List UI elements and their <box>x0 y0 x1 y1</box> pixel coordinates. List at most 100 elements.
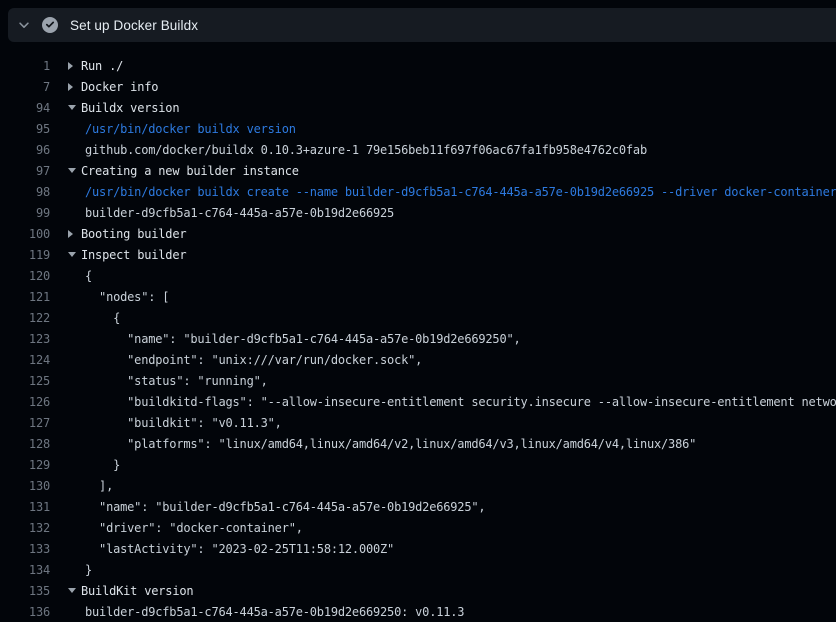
line-number[interactable]: 1 <box>0 59 50 73</box>
output-text: { <box>68 311 120 325</box>
line-number[interactable]: 124 <box>0 353 50 367</box>
command-text: /usr/bin/docker buildx version <box>68 122 296 136</box>
line-number[interactable]: 96 <box>0 143 50 157</box>
output-text: "status": "running", <box>68 374 268 388</box>
line-number[interactable]: 121 <box>0 290 50 304</box>
line-content: "buildkit": "v0.11.3", <box>68 416 836 430</box>
line-content: { <box>68 311 836 325</box>
log-line: 126 "buildkitd-flags": "--allow-insecure… <box>0 391 836 412</box>
log-group-header[interactable]: 135 BuildKit version <box>0 580 836 601</box>
log-line: 134} <box>0 559 836 580</box>
group-label: Inspect builder <box>81 248 186 262</box>
group-collapsed-icon[interactable] <box>68 83 81 91</box>
line-content: builder-d9cfb5a1-c764-445a-a57e-0b19d2e6… <box>68 605 836 619</box>
group-collapsed-icon[interactable] <box>68 230 81 238</box>
group-expanded-icon[interactable] <box>68 105 81 110</box>
check-circle-icon <box>42 17 58 33</box>
step-header[interactable]: Set up Docker Buildx <box>8 8 836 42</box>
line-number[interactable]: 94 <box>0 101 50 115</box>
line-number[interactable]: 97 <box>0 164 50 178</box>
output-text: github.com/docker/buildx 0.10.3+azure-1 … <box>68 143 647 157</box>
line-content: "driver": "docker-container", <box>68 521 836 535</box>
line-content: Buildx version <box>68 101 836 115</box>
log-line: 132 "driver": "docker-container", <box>0 517 836 538</box>
line-number[interactable]: 99 <box>0 206 50 220</box>
output-text: builder-d9cfb5a1-c764-445a-a57e-0b19d2e6… <box>68 206 394 220</box>
group-expanded-icon[interactable] <box>68 588 81 593</box>
line-content: "platforms": "linux/amd64,linux/amd64/v2… <box>68 437 836 451</box>
line-content: builder-d9cfb5a1-c764-445a-a57e-0b19d2e6… <box>68 206 836 220</box>
log-line: 123 "name": "builder-d9cfb5a1-c764-445a-… <box>0 328 836 349</box>
line-content: "lastActivity": "2023-02-25T11:58:12.000… <box>68 542 836 556</box>
line-content: } <box>68 458 836 472</box>
log-group-header[interactable]: 97 Creating a new builder instance <box>0 160 836 181</box>
log-line: 127 "buildkit": "v0.11.3", <box>0 412 836 433</box>
output-text: "name": "builder-d9cfb5a1-c764-445a-a57e… <box>68 332 521 346</box>
log-line: 131 "name": "builder-d9cfb5a1-c764-445a-… <box>0 496 836 517</box>
log-line: 129 } <box>0 454 836 475</box>
log-line: 99 builder-d9cfb5a1-c764-445a-a57e-0b19d2… <box>0 202 836 223</box>
chevron-down-icon[interactable] <box>8 8 40 42</box>
line-number[interactable]: 134 <box>0 563 50 577</box>
line-number[interactable]: 125 <box>0 374 50 388</box>
output-text: { <box>68 269 92 283</box>
output-text: "driver": "docker-container", <box>68 521 303 535</box>
group-label: Docker info <box>81 80 158 94</box>
output-text: "buildkit": "v0.11.3", <box>68 416 282 430</box>
line-number[interactable]: 119 <box>0 248 50 262</box>
line-number[interactable]: 126 <box>0 395 50 409</box>
output-text: ], <box>68 479 113 493</box>
line-content: "status": "running", <box>68 374 836 388</box>
line-content: Inspect builder <box>68 248 836 262</box>
output-text: "buildkitd-flags": "--allow-insecure-ent… <box>68 395 836 409</box>
group-expanded-icon[interactable] <box>68 168 81 173</box>
group-label: Run ./ <box>81 59 123 73</box>
line-number[interactable]: 135 <box>0 584 50 598</box>
log-group-header[interactable]: 119 Inspect builder <box>0 244 836 265</box>
line-number[interactable]: 123 <box>0 332 50 346</box>
line-number[interactable]: 7 <box>0 80 50 94</box>
line-number[interactable]: 95 <box>0 122 50 136</box>
line-number[interactable]: 98 <box>0 185 50 199</box>
output-text: } <box>68 458 120 472</box>
line-content: } <box>68 563 836 577</box>
group-expanded-icon[interactable] <box>68 252 81 257</box>
log-group-header[interactable]: 1 Run ./ <box>0 55 836 76</box>
group-label: Booting builder <box>81 227 186 241</box>
log-line: 98/usr/bin/docker buildx create --name b… <box>0 181 836 202</box>
line-number[interactable]: 100 <box>0 227 50 241</box>
log-line: 136 builder-d9cfb5a1-c764-445a-a57e-0b19d… <box>0 601 836 622</box>
line-number[interactable]: 131 <box>0 500 50 514</box>
log-line: 133 "lastActivity": "2023-02-25T11:58:12… <box>0 538 836 559</box>
log-group-header[interactable]: 94 Buildx version <box>0 97 836 118</box>
line-content: /usr/bin/docker buildx create --name bui… <box>68 185 836 199</box>
line-number[interactable]: 129 <box>0 458 50 472</box>
log-group-header[interactable]: 7 Docker info <box>0 76 836 97</box>
log-line: 125 "status": "running", <box>0 370 836 391</box>
step-title: Set up Docker Buildx <box>70 18 198 33</box>
line-number[interactable]: 127 <box>0 416 50 430</box>
group-label: BuildKit version <box>81 584 193 598</box>
log-line: 95/usr/bin/docker buildx version <box>0 118 836 139</box>
output-text: } <box>68 563 92 577</box>
line-number[interactable]: 132 <box>0 521 50 535</box>
line-content: "nodes": [ <box>68 290 836 304</box>
log-group-header[interactable]: 100 Booting builder <box>0 223 836 244</box>
line-number[interactable]: 128 <box>0 437 50 451</box>
line-content: github.com/docker/buildx 0.10.3+azure-1 … <box>68 143 836 157</box>
line-content: "name": "builder-d9cfb5a1-c764-445a-a57e… <box>68 500 836 514</box>
line-number[interactable]: 133 <box>0 542 50 556</box>
output-text: "lastActivity": "2023-02-25T11:58:12.000… <box>68 542 394 556</box>
line-number[interactable]: 136 <box>0 605 50 619</box>
line-number[interactable]: 122 <box>0 311 50 325</box>
log-line: 120 { <box>0 265 836 286</box>
line-content: Creating a new builder instance <box>68 164 836 178</box>
line-number[interactable]: 120 <box>0 269 50 283</box>
output-text: "endpoint": "unix:///var/run/docker.sock… <box>68 353 422 367</box>
line-content: ], <box>68 479 836 493</box>
log-line: 128 "platforms": "linux/amd64,linux/amd6… <box>0 433 836 454</box>
log-line: 124 "endpoint": "unix:///var/run/docker.… <box>0 349 836 370</box>
group-label: Creating a new builder instance <box>81 164 299 178</box>
line-number[interactable]: 130 <box>0 479 50 493</box>
group-collapsed-icon[interactable] <box>68 62 81 70</box>
